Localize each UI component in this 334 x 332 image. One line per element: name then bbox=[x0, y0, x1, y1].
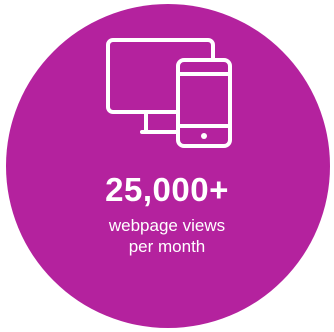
stat-label-line-1: webpage views bbox=[108, 216, 226, 235]
stat-card: 25,000+ webpage views per month bbox=[0, 0, 334, 332]
stat-number: 25,000+ bbox=[105, 171, 229, 208]
stat-label-line-2: per month bbox=[128, 237, 206, 256]
desktop-and-phone-icon bbox=[106, 38, 232, 148]
